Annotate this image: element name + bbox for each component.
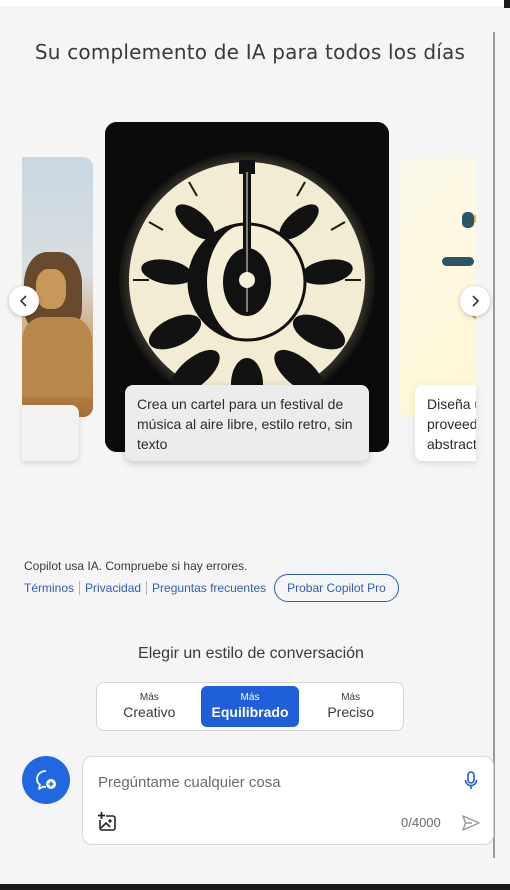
caption-line: proveed — [427, 416, 476, 432]
window-corner-mark — [504, 0, 510, 8]
send-button[interactable] — [461, 813, 481, 833]
microphone-icon — [464, 771, 478, 789]
window-top-edge — [0, 0, 510, 6]
faq-link[interactable]: Preguntas frecuentes — [152, 581, 266, 595]
lion-image-body — [22, 317, 92, 397]
caption-line: abstract — [427, 436, 476, 452]
link-divider — [146, 581, 148, 595]
carousel-card-guitar-caption[interactable]: Crea un cartel para un festival de músic… — [125, 385, 369, 461]
link-divider — [79, 581, 81, 595]
style-option-prefix: Más — [240, 692, 260, 703]
ai-disclaimer: Copilot usa IA. Compruebe si hay errores… — [24, 559, 248, 573]
style-option-label: Creativo — [123, 704, 176, 720]
chat-composer: 0/4000 — [82, 756, 494, 845]
footer-links: Términos Privacidad Preguntas frecuentes… — [24, 574, 399, 602]
style-option-prefix: Más — [341, 692, 361, 703]
style-option-label: Preciso — [327, 704, 375, 720]
chevron-right-icon — [472, 295, 480, 307]
lion-image-face — [36, 269, 66, 309]
carousel-card-lion-caption[interactable] — [22, 405, 79, 461]
chat-input[interactable] — [98, 769, 448, 795]
try-copilot-pro-button[interactable]: Probar Copilot Pro — [274, 574, 399, 602]
privacy-link[interactable]: Privacidad — [85, 581, 141, 595]
caption-line: Diseña u — [427, 396, 476, 412]
logo-image-dot — [462, 212, 474, 228]
chevron-left-icon — [19, 295, 27, 307]
carousel-prev-button[interactable] — [9, 286, 39, 316]
carousel-card-lion[interactable] — [22, 157, 93, 417]
carousel-card-logo-caption[interactable]: Diseña u proveed abstract — [415, 385, 476, 461]
voice-input-button[interactable] — [461, 769, 481, 793]
new-topic-chat-icon — [36, 770, 56, 790]
conversation-style-picker: Más Creativo Más Equilibrado Más Preciso — [96, 682, 404, 731]
logo-image-bar — [442, 257, 474, 266]
style-option-creative[interactable]: Más Creativo — [100, 686, 199, 727]
add-image-button[interactable] — [97, 811, 119, 833]
terms-link[interactable]: Términos — [24, 581, 74, 595]
new-topic-button[interactable] — [22, 756, 70, 804]
character-counter: 0/4000 — [401, 815, 441, 830]
style-option-precise[interactable]: Más Preciso — [301, 686, 400, 727]
prompt-carousel: Crea un cartel para un festival de músic… — [0, 120, 500, 480]
window-bottom-edge — [0, 884, 510, 890]
add-image-icon — [97, 811, 116, 831]
style-option-prefix: Más — [139, 692, 159, 703]
conversation-style-title: Elegir un estilo de conversación — [138, 645, 364, 662]
style-option-balanced[interactable]: Más Equilibrado — [200, 686, 300, 727]
page-headline: Su complemento de IA para todos los días — [34, 40, 466, 64]
send-icon — [462, 815, 480, 831]
carousel-card-logo[interactable] — [400, 157, 476, 417]
style-option-label: Equilibrado — [211, 704, 289, 720]
carousel-next-button[interactable] — [460, 286, 490, 316]
